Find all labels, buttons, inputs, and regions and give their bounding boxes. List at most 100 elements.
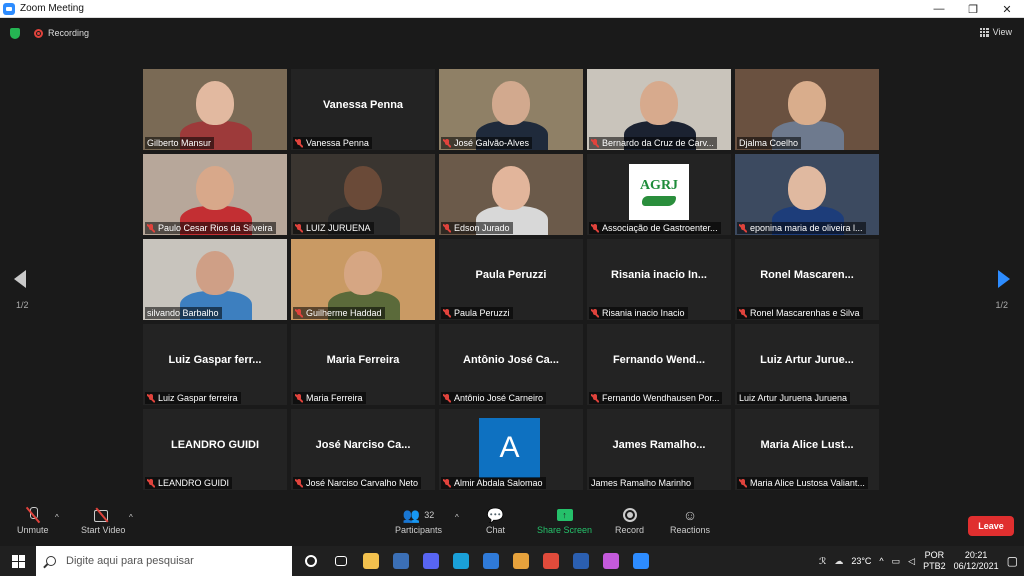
participant-display-name: Paula Peruzzi xyxy=(475,269,547,281)
share-screen-label: Share Screen xyxy=(537,525,593,535)
close-button[interactable]: ✕ xyxy=(990,0,1024,18)
cortana-icon[interactable] xyxy=(296,546,326,576)
muted-microphone-icon xyxy=(591,308,599,318)
muted-microphone-icon xyxy=(591,223,599,233)
window-title: Zoom Meeting xyxy=(20,3,84,14)
taskbar-search-box[interactable]: Digite aqui para pesquisar xyxy=(36,546,292,576)
language-indicator[interactable]: POR PTB2 xyxy=(923,550,946,572)
muted-microphone-icon xyxy=(443,308,451,318)
participant-tile[interactable]: Djalma Coelho xyxy=(735,69,879,150)
avatar: A xyxy=(479,418,540,478)
participant-name: Almir Abdala Salomao xyxy=(454,478,543,488)
participant-tile[interactable]: Paula Peruzzi Paula Peruzzi xyxy=(439,239,583,320)
taskbar-apps xyxy=(296,546,656,576)
participant-tile[interactable]: Ronel Mascaren... Ronel Mascarenhas e Sil… xyxy=(735,239,879,320)
video-off-icon xyxy=(94,509,112,522)
minimize-button[interactable]: — xyxy=(922,0,956,18)
zoom-icon[interactable] xyxy=(626,546,656,576)
discord-icon[interactable] xyxy=(416,546,446,576)
participants-icon: 👥 xyxy=(402,506,421,523)
file-explorer-icon[interactable] xyxy=(356,546,386,576)
recording-indicator[interactable]: Recording xyxy=(34,28,89,38)
participant-tile[interactable]: Luiz Gaspar ferr... Luiz Gaspar ferreira xyxy=(143,324,287,405)
participants-label: Participants xyxy=(395,525,443,535)
edge-icon[interactable] xyxy=(446,546,476,576)
title-bar: Zoom Meeting — ❐ ✕ xyxy=(0,0,1024,18)
maximize-button[interactable]: ❐ xyxy=(956,0,990,18)
muted-microphone-icon xyxy=(443,138,451,148)
chrome-icon[interactable] xyxy=(536,546,566,576)
participant-name: Luiz Artur Juruena Juruena xyxy=(739,393,848,403)
participant-tile[interactable]: LEANDRO GUIDI LEANDRO GUIDI xyxy=(143,409,287,490)
record-button[interactable]: Record xyxy=(615,505,644,535)
participant-name: Paulo Cesar Rios da Silveira xyxy=(158,223,273,233)
participant-tile[interactable]: Edson Jurado xyxy=(439,154,583,235)
muted-microphone-icon xyxy=(295,393,303,403)
previous-page-arrow-icon[interactable] xyxy=(14,270,26,288)
folder-app-icon[interactable] xyxy=(506,546,536,576)
participant-tile[interactable]: José Narciso Ca... José Narciso Carvalho … xyxy=(291,409,435,490)
chat-button[interactable]: 💬 Chat xyxy=(486,505,505,536)
start-video-label: Start Video xyxy=(81,525,126,535)
view-button[interactable]: View xyxy=(979,27,1012,37)
participant-tile[interactable]: Gilberto Mansur xyxy=(143,69,287,150)
participant-display-name: Luiz Gaspar ferr... xyxy=(168,354,262,366)
participant-tile[interactable]: LUIZ JURUENA xyxy=(291,154,435,235)
participants-options-caret-icon[interactable]: ^ xyxy=(455,513,459,522)
participant-tile[interactable]: Guilherme Haddad xyxy=(291,239,435,320)
search-icon xyxy=(46,556,56,566)
next-page-arrow-icon[interactable] xyxy=(998,270,1010,288)
reactions-button[interactable]: ☺ Reactions xyxy=(670,505,710,535)
participant-tile[interactable]: Antônio José Ca... Antônio José Carneiro xyxy=(439,324,583,405)
start-video-button[interactable]: Start Video xyxy=(81,505,125,535)
word-icon[interactable] xyxy=(566,546,596,576)
show-hidden-icons-icon[interactable]: ^ xyxy=(879,556,883,566)
participant-tile[interactable]: José Galvão-Alves xyxy=(439,69,583,150)
participant-name-label: James Ramalho Marinho xyxy=(589,477,695,489)
page-indicator-right: 1/2 xyxy=(995,300,1008,310)
participant-tile[interactable]: Maria Ferreira Maria Ferreira xyxy=(291,324,435,405)
grid-view-icon xyxy=(979,27,989,37)
participant-name: Bernardo da Cruz de Carv... xyxy=(602,138,714,148)
participant-tile[interactable]: silvando Barbalho xyxy=(143,239,287,320)
muted-microphone-icon xyxy=(739,478,747,488)
share-screen-button[interactable]: ↑ Share Screen xyxy=(537,505,592,535)
participant-display-name: Luiz Artur Jurue... xyxy=(760,354,854,366)
participant-tile[interactable]: eponina maria de oliveira l... xyxy=(735,154,879,235)
muted-microphone-icon xyxy=(443,393,451,403)
participant-tile[interactable]: Maria Alice Lust... Maria Alice Lustosa V… xyxy=(735,409,879,490)
participants-button[interactable]: 👥 32 Participants xyxy=(395,505,443,536)
store-icon[interactable] xyxy=(476,546,506,576)
app-icon[interactable] xyxy=(386,546,416,576)
participant-tile[interactable]: James Ramalho... James Ramalho Marinho xyxy=(587,409,731,490)
volume-icon[interactable]: ◁ xyxy=(908,556,915,567)
network-icon[interactable]: ▭ xyxy=(892,556,901,567)
temperature[interactable]: 23°C xyxy=(851,556,871,566)
participant-tile[interactable]: Vanessa Penna Vanessa Penna xyxy=(291,69,435,150)
unmute-button[interactable]: Unmute xyxy=(17,505,49,535)
video-options-caret-icon[interactable]: ^ xyxy=(129,513,133,522)
encryption-shield-icon[interactable] xyxy=(10,28,20,39)
leave-button[interactable]: Leave xyxy=(968,516,1014,536)
muted-microphone-icon xyxy=(739,308,747,318)
clock[interactable]: 20:21 06/12/2021 xyxy=(954,550,999,572)
task-view-icon[interactable] xyxy=(326,546,356,576)
participant-tile[interactable]: Paulo Cesar Rios da Silveira xyxy=(143,154,287,235)
audio-options-caret-icon[interactable]: ^ xyxy=(55,513,59,522)
people-icon[interactable]: ℛ xyxy=(819,556,826,567)
participant-tile[interactable]: Risania inacio In... Risania inacio Inaci… xyxy=(587,239,731,320)
start-button[interactable] xyxy=(0,546,36,576)
participant-tile[interactable]: AGRJ Associação de Gastroenter... xyxy=(587,154,731,235)
participant-tile[interactable]: Bernardo da Cruz de Carv... xyxy=(587,69,731,150)
participant-name-label: silvando Barbalho xyxy=(145,307,222,319)
weather-icon[interactable]: ☁ xyxy=(834,556,843,567)
unmute-label: Unmute xyxy=(17,525,49,535)
paint-icon[interactable] xyxy=(596,546,626,576)
muted-microphone-icon xyxy=(443,478,451,488)
participant-tile[interactable]: Fernando Wend... Fernando Wendhausen Por.… xyxy=(587,324,731,405)
participant-tile[interactable]: A Almir Abdala Salomao xyxy=(439,409,583,490)
participant-tile[interactable]: Luiz Artur Jurue... Luiz Artur Juruena Ju… xyxy=(735,324,879,405)
participant-name-label: Almir Abdala Salomao xyxy=(441,477,546,489)
participant-name-label: Djalma Coelho xyxy=(737,137,802,149)
notifications-icon[interactable]: ▢ xyxy=(1007,554,1018,568)
